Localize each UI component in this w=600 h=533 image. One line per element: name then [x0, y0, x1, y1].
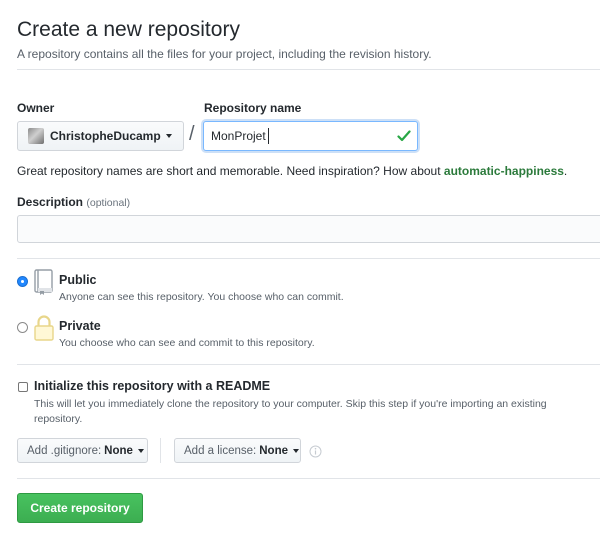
radio-dot — [21, 280, 24, 283]
private-title: Private — [59, 319, 101, 333]
public-radio[interactable] — [17, 276, 28, 287]
repo-name-value: MonProjet — [211, 129, 266, 143]
section-divider-3 — [17, 478, 600, 479]
create-repository-button[interactable]: Create repository — [17, 493, 143, 523]
public-title: Public — [59, 273, 97, 287]
section-divider-2 — [17, 364, 600, 365]
description-label: Description (optional) — [17, 195, 130, 209]
public-desc: Anyone can see this repository. You choo… — [59, 291, 344, 303]
gitignore-value: None — [104, 444, 133, 457]
repo-name-label: Repository name — [204, 101, 302, 115]
section-divider-1 — [17, 258, 600, 259]
gitignore-select[interactable]: Add .gitignore: None — [17, 438, 148, 463]
license-label: Add a license: — [184, 444, 257, 457]
repo-name-field[interactable]: MonProjet — [203, 121, 418, 151]
readme-title: Initialize this repository with a README — [34, 379, 271, 393]
lock-icon — [34, 315, 54, 341]
owner-repo-separator: / — [189, 123, 195, 145]
readme-desc: This will let you immediately clone the … — [34, 398, 547, 425]
header-divider — [17, 69, 600, 70]
gitignore-label: Add .gitignore: — [27, 444, 102, 457]
private-desc: You choose who can see and commit to thi… — [59, 337, 315, 349]
description-field[interactable] — [17, 215, 600, 243]
page-title: Create a new repository — [17, 18, 240, 41]
suggestion-text: Great repository names are short and mem… — [17, 164, 444, 178]
suggested-name[interactable]: automatic-happiness — [444, 164, 564, 178]
checkmark-icon — [397, 130, 411, 142]
text-cursor — [268, 128, 269, 144]
owner-label: Owner — [17, 101, 55, 115]
chevron-down-icon — [293, 448, 299, 453]
chevron-down-icon — [137, 448, 144, 453]
license-value: None — [259, 444, 288, 457]
select-divider — [160, 438, 161, 463]
repo-book-icon — [34, 269, 53, 295]
chevron-down-icon — [165, 134, 172, 138]
info-icon[interactable] — [309, 445, 322, 458]
readme-checkbox[interactable] — [18, 382, 28, 392]
owner-name: ChristopheDucamp — [50, 129, 161, 143]
suggestion-suffix: . — [563, 164, 568, 178]
name-suggestion: Great repository names are short and mem… — [17, 164, 567, 178]
description-label-text: Description — [17, 195, 84, 209]
avatar — [28, 128, 44, 144]
owner-select[interactable]: ChristopheDucamp — [17, 121, 184, 151]
optional-tag: (optional) — [86, 197, 131, 209]
private-radio[interactable] — [17, 322, 28, 333]
license-select[interactable]: Add a license: None — [174, 438, 301, 463]
page-subtitle: A repository contains all the files for … — [17, 47, 432, 61]
